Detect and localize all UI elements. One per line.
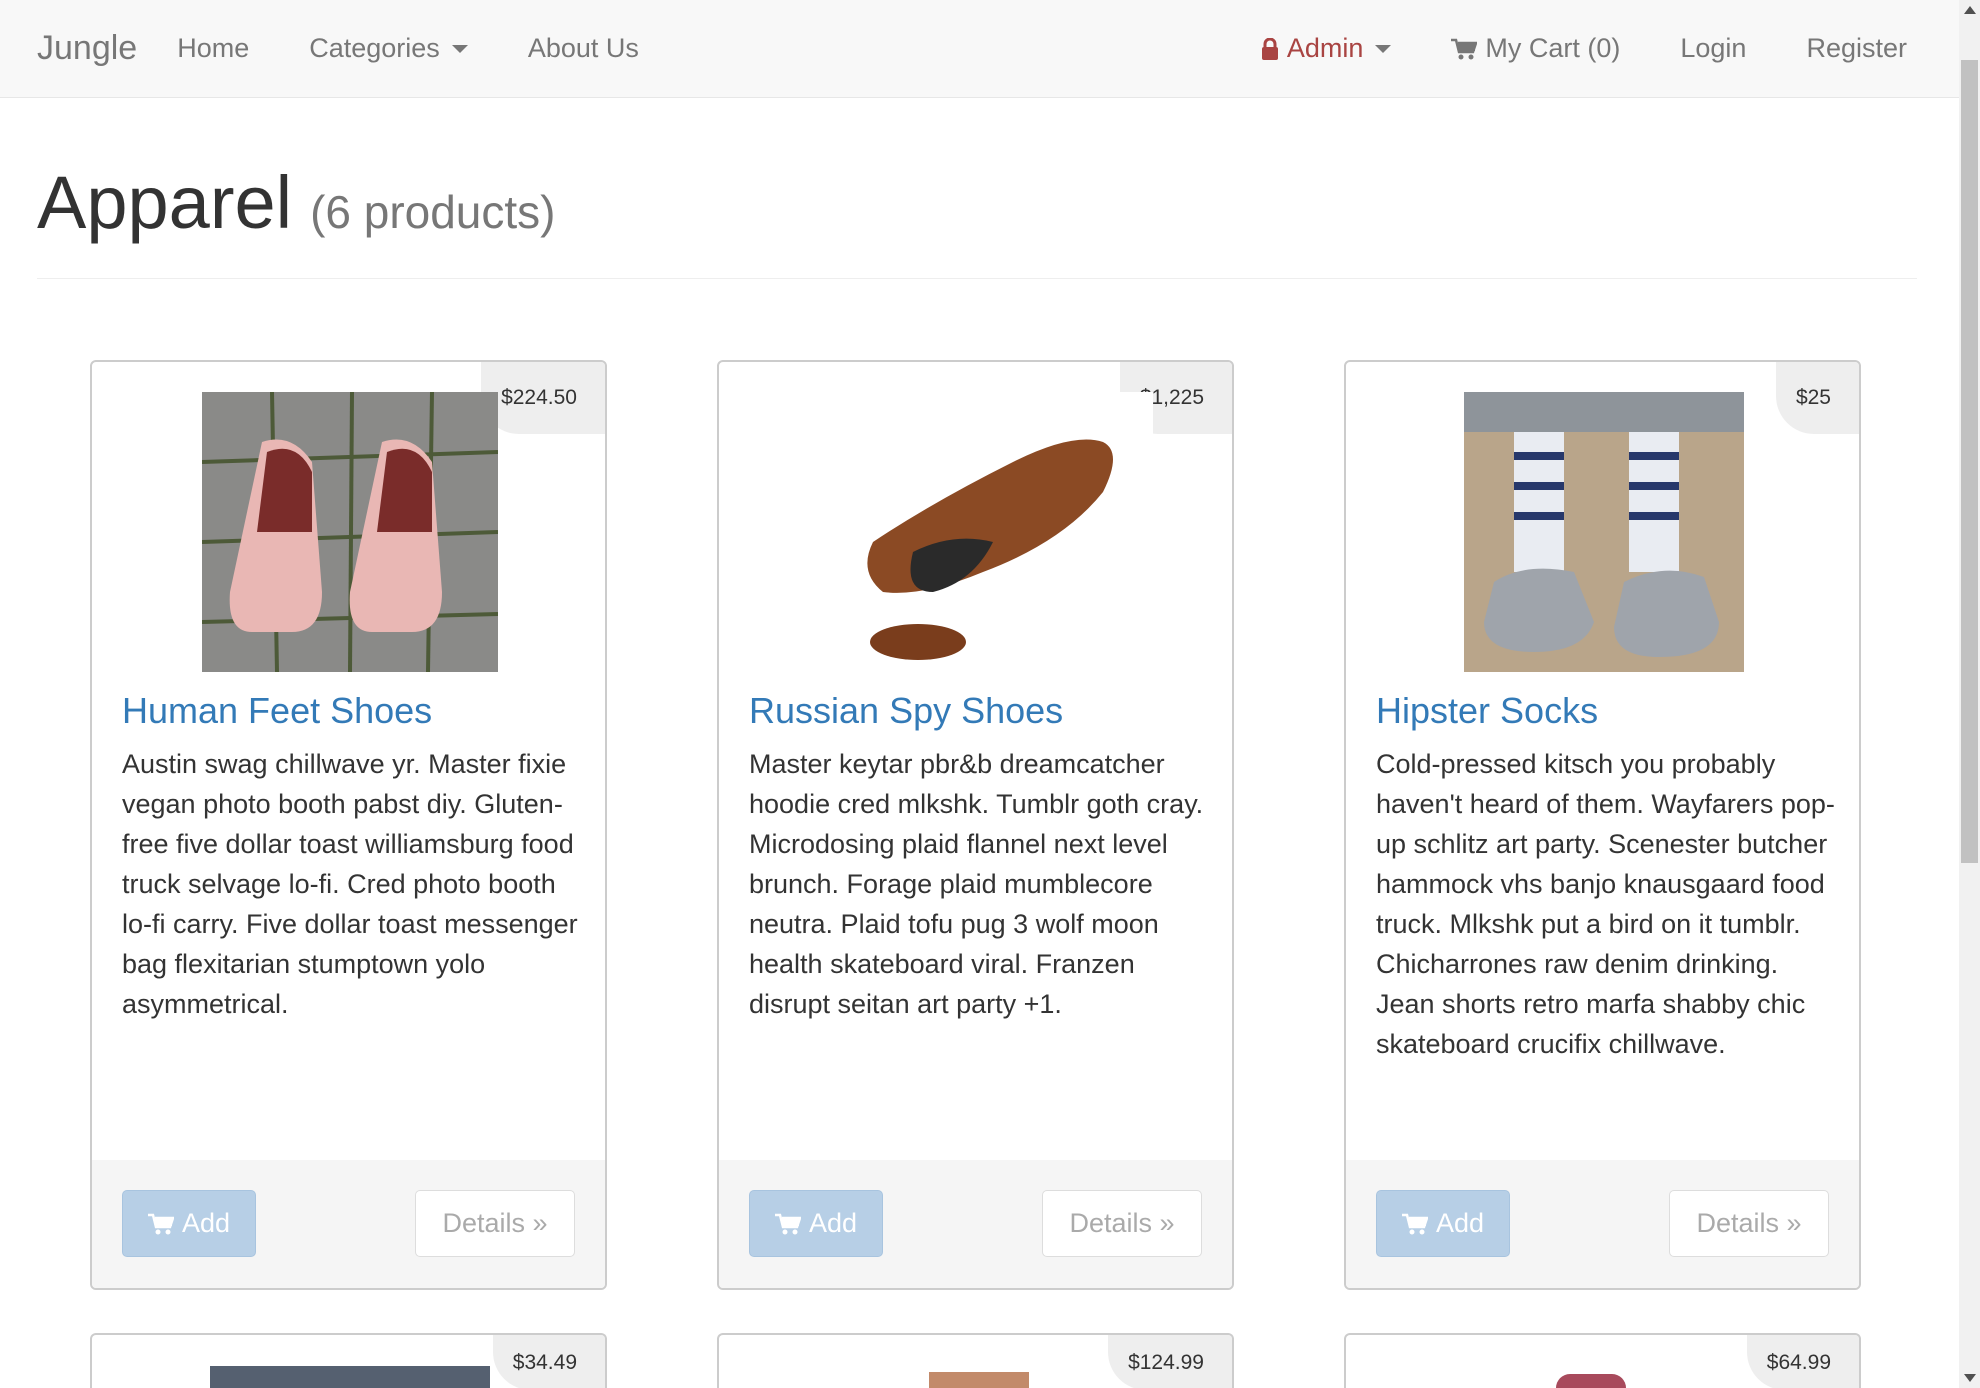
price-badge: $34.49 [492, 1335, 605, 1388]
product-card: $1,225 Russian Spy Shoes Master keytar p… [717, 360, 1234, 1290]
add-button-label: Add [808, 1208, 858, 1238]
details-button[interactable]: Details » [1669, 1190, 1829, 1257]
product-name-link[interactable]: Human Feet Shoes [122, 690, 432, 732]
top-navbar: Jungle Home Categories About Us Admin My… [0, 0, 1959, 98]
lock-icon [1261, 37, 1279, 60]
product-card: $34.49 [90, 1333, 607, 1388]
product-description: Austin swag chillwave yr. Master fixie v… [122, 749, 578, 1019]
product-image[interactable] [210, 1366, 490, 1388]
scroll-down-icon[interactable] [1964, 1374, 1976, 1382]
nav-categories-dropdown[interactable]: Categories [309, 33, 468, 64]
product-description: Cold-pressed kitsch you probably haven't… [1376, 749, 1835, 1059]
cart-icon [774, 1213, 801, 1235]
caret-down-icon [451, 44, 468, 53]
add-button-label: Add [1435, 1208, 1485, 1238]
category-title: Apparel [37, 161, 293, 244]
add-to-cart-button[interactable]: Add [749, 1190, 883, 1257]
card-footer: Add Details » [719, 1160, 1232, 1288]
product-image[interactable] [202, 392, 498, 672]
product-card: $124.99 [717, 1333, 1234, 1388]
details-button[interactable]: Details » [1042, 1190, 1202, 1257]
product-image[interactable] [929, 1372, 1029, 1388]
price-badge: $64.99 [1746, 1335, 1859, 1388]
cart-icon [147, 1213, 174, 1235]
card-footer: Add Details » [1346, 1160, 1859, 1288]
price-badge: $25 [1775, 362, 1859, 434]
product-image[interactable] [1464, 392, 1744, 672]
scroll-thumb[interactable] [1961, 60, 1978, 863]
nav-register[interactable]: Register [1806, 33, 1907, 64]
page-title: Apparel (6 products) [37, 160, 556, 245]
nav-cart-label: My Cart (0) [1485, 33, 1621, 63]
product-image[interactable] [1556, 1374, 1626, 1388]
details-button[interactable]: Details » [415, 1190, 575, 1257]
product-image[interactable] [803, 392, 1153, 672]
product-name-link[interactable]: Hipster Socks [1376, 690, 1598, 732]
add-button-label: Add [181, 1208, 231, 1238]
nav-categories-label: Categories [309, 33, 440, 63]
page-header: Apparel (6 products) [37, 150, 1917, 279]
brand-link[interactable]: Jungle [37, 29, 137, 68]
product-description: Master keytar pbr&b dreamcatcher hoodie … [749, 749, 1204, 1019]
page-scrollbar[interactable] [1959, 0, 1980, 1388]
cart-icon [1451, 38, 1478, 60]
nav-admin-label: Admin [1286, 33, 1364, 63]
nav-cart[interactable]: My Cart (0) [1451, 33, 1620, 64]
scroll-up-icon[interactable] [1964, 6, 1976, 14]
nav-admin-dropdown[interactable]: Admin [1261, 33, 1392, 64]
product-card: $64.99 [1344, 1333, 1861, 1388]
add-to-cart-button[interactable]: Add [1376, 1190, 1510, 1257]
add-to-cart-button[interactable]: Add [122, 1190, 256, 1257]
nav-login[interactable]: Login [1680, 33, 1746, 64]
product-count: (6 products) [310, 186, 556, 238]
card-footer: Add Details » [92, 1160, 605, 1288]
product-card: $224.50 Human Feet Shoes Austin swag chi… [90, 360, 607, 1290]
cart-icon [1401, 1213, 1428, 1235]
product-name-link[interactable]: Russian Spy Shoes [749, 690, 1063, 732]
nav-home[interactable]: Home [177, 33, 249, 64]
product-card: $25 Hipster Socks Cold-pressed kitsch yo… [1344, 360, 1861, 1290]
price-badge: $124.99 [1108, 1335, 1232, 1388]
caret-down-icon [1375, 44, 1392, 53]
nav-about[interactable]: About Us [528, 33, 639, 64]
price-badge: $224.50 [481, 362, 605, 434]
